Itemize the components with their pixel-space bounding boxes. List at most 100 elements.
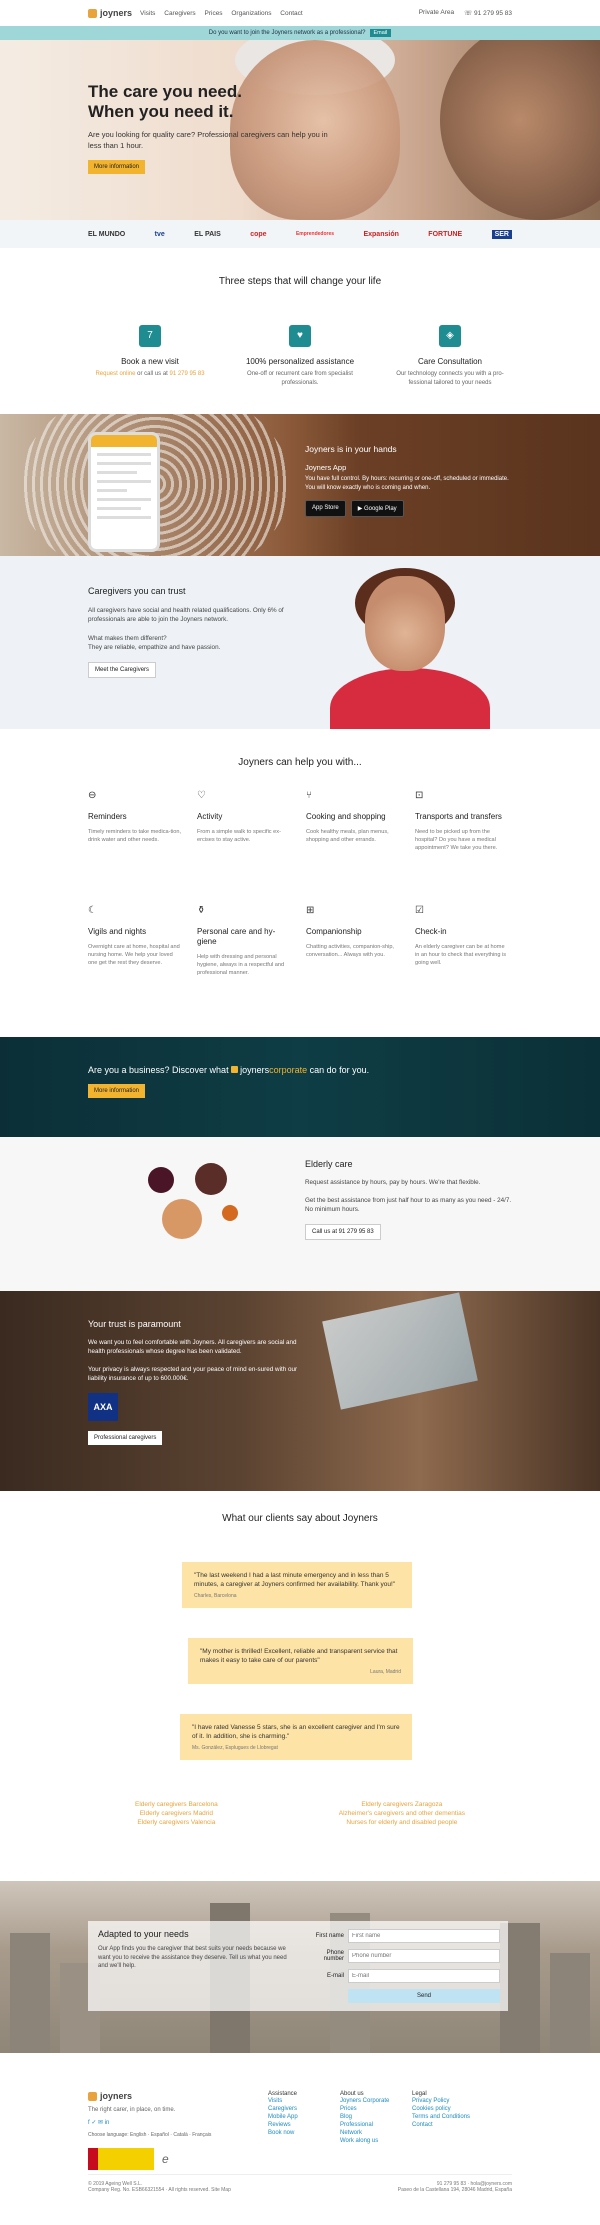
footer-link[interactable]: Privacy Policy: [412, 2097, 484, 2105]
testimonial-card: "I have rated Vanesse 5 stars, she is an…: [180, 1714, 412, 1760]
app-store-button[interactable]: App Store: [305, 500, 346, 517]
contact-form-section: Adapted to your needs Our App finds you …: [0, 1881, 600, 2053]
press-logos: EL MUNDO tve EL PAIS cope Emprendedores …: [0, 220, 600, 248]
service-transport[interactable]: ⊡ Transports and transfers Need to be pick…: [415, 790, 524, 905]
header-phone[interactable]: ☏ 91 279 95 83: [464, 9, 512, 17]
footer-link[interactable]: Blog: [340, 2113, 412, 2121]
service-activity[interactable]: ♡ Activity From a simple walk to specific …: [197, 790, 306, 905]
nav-visits[interactable]: Visits: [140, 10, 155, 17]
help-section: Joyners can help you with... ⊖ Reminders T…: [0, 729, 600, 1037]
steps-title: Three steps that will change your life: [218, 276, 382, 287]
join-banner: Do you want to join the Joyners network …: [0, 26, 600, 40]
send-button[interactable]: Send: [348, 1989, 500, 2003]
footer-link[interactable]: Work along us: [340, 2137, 412, 2145]
footer-link[interactable]: Caregivers: [268, 2105, 340, 2113]
service-companionship[interactable]: ⊞ Companionship Chatting activities, compa…: [306, 905, 415, 1020]
elderly-title: Elderly care: [305, 1159, 353, 1169]
hero: The care you need. When you need it. Are …: [0, 40, 600, 220]
footer-link[interactable]: Visits: [268, 2097, 340, 2105]
phone-icon: ☏: [464, 10, 475, 17]
city-link[interactable]: Elderly caregivers Madrid: [135, 1809, 218, 1818]
hero-more-info-button[interactable]: More information: [88, 160, 146, 174]
footer-link[interactable]: Reviews: [268, 2121, 340, 2129]
press-logo: EL PAIS: [194, 230, 221, 238]
city-link[interactable]: Elderly caregivers Valencia: [135, 1818, 218, 1827]
meet-caregivers-button[interactable]: Meet the Caregivers: [88, 662, 157, 678]
service-personal-care[interactable]: ⚱ Personal care and hy-giene Help with dre…: [197, 905, 306, 1020]
step-book: 7 Book a new visit Request online or cal…: [80, 325, 220, 388]
logo-icon: [88, 8, 97, 18]
nav-prices[interactable]: Prices: [205, 10, 223, 17]
professional-caregivers-button[interactable]: Professional caregivers: [88, 1431, 163, 1445]
footer-link[interactable]: Cookies policy: [412, 2105, 484, 2113]
request-online-link[interactable]: Request online: [95, 371, 135, 377]
footer-link[interactable]: Contact: [412, 2121, 484, 2129]
google-play-button[interactable]: ▶ Google Play: [350, 500, 404, 517]
footer-link[interactable]: Joyners Corporate: [340, 2097, 412, 2105]
footer-link[interactable]: Book now: [268, 2129, 340, 2137]
app-section: Joyners is in your hands Joyners App You…: [0, 414, 600, 556]
press-logo: Expansión: [363, 230, 399, 238]
footer-link[interactable]: Network: [340, 2129, 412, 2137]
step-assistance: ♥ 100% personalized assistance One-off o…: [230, 325, 370, 388]
footer-bottom: © 2019 Ageing Well S.L. Company Reg. No. …: [88, 2174, 512, 2193]
paramount-title: Your trust is paramount: [88, 1319, 181, 1329]
city-link[interactable]: Elderly caregivers Zaragoza: [339, 1800, 465, 1809]
caregiver-photo: [330, 568, 490, 729]
call-us-button[interactable]: Call us at 91 279 95 83: [305, 1224, 381, 1240]
social-icons[interactable]: f ✓ ✉ in: [88, 2119, 268, 2126]
hero-title: The care you need. When you need it.: [88, 82, 242, 121]
app-title: Joyners is in your hands: [305, 444, 397, 454]
nav-organizations[interactable]: Organizations: [231, 10, 271, 17]
city-link[interactable]: Elderly caregivers Barcelona: [135, 1800, 218, 1809]
footer-link[interactable]: Terms and Conditions: [412, 2113, 484, 2121]
brand-logo[interactable]: joyners: [88, 8, 132, 18]
contact-form: First name Phone number E-mail Send: [310, 1929, 500, 2009]
service-cooking[interactable]: ⑂ Cooking and shopping Cook healthy meals,…: [306, 790, 415, 905]
press-logo: SER: [491, 229, 512, 239]
trust-section: Caregivers you can trust All caregivers …: [0, 556, 600, 729]
adapt-title: Adapted to your needs: [98, 1929, 189, 1939]
step-phone-link[interactable]: 91 279 95 83: [170, 371, 205, 377]
service-check-in[interactable]: ☑ Check-in An elderly caregiver can be at …: [415, 905, 524, 1020]
nav-caregivers[interactable]: Caregivers: [164, 10, 195, 17]
moon-icon: ☾: [88, 905, 97, 916]
logo-icon: [88, 2091, 97, 2101]
city-link[interactable]: Nurses for elderly and disabled people: [339, 1818, 465, 1827]
city-link[interactable]: Alzheimer's caregivers and other dementi…: [339, 1809, 465, 1818]
phone-number-input[interactable]: [348, 1949, 500, 1963]
cutlery-icon: ⑂: [306, 790, 312, 801]
press-logo: Emprendedores: [295, 231, 335, 237]
trust-title: Caregivers you can trust: [88, 586, 186, 596]
business-section: Are you a business? Discover what joyner…: [0, 1037, 600, 1137]
nav-contact[interactable]: Contact: [280, 10, 302, 17]
press-logo: cope: [250, 230, 267, 238]
testimonial-card: "The last weekend I had a last minute em…: [182, 1562, 412, 1608]
business-more-info-button[interactable]: More information: [88, 1084, 146, 1098]
language-selector[interactable]: Choose language: English · Español · Cat…: [88, 2132, 268, 2138]
banknotes-photo: [322, 1292, 478, 1410]
footer-link[interactable]: Mobile App: [268, 2113, 340, 2121]
testimonials-title: What our clients say about Joyners: [222, 1513, 378, 1524]
email-button[interactable]: Email: [369, 29, 392, 37]
city-links: Elderly caregivers Barcelona Elderly car…: [0, 1800, 600, 1827]
private-area-link[interactable]: Private Area: [419, 9, 454, 17]
axa-logo: AXA: [88, 1393, 118, 1421]
business-title: Are you a business? Discover what joyner…: [88, 1065, 370, 1075]
testimonial-card: "My mother is thrilled! Excellent, relia…: [188, 1638, 413, 1684]
footer-link[interactable]: Professional: [340, 2121, 412, 2129]
service-vigils[interactable]: ☾ Vigils and nights Overnight care at home…: [88, 905, 197, 1020]
cards-icon: ⊞: [306, 905, 315, 916]
footer-logo[interactable]: joyners: [88, 2091, 260, 2101]
footer-link[interactable]: Prices: [340, 2105, 412, 2113]
email-input[interactable]: [348, 1969, 500, 1983]
consultation-icon: ◈: [439, 325, 461, 347]
checklist-icon: ☑: [415, 905, 424, 916]
contact-form-panel: Adapted to your needs Our App finds you …: [88, 1921, 508, 2011]
pill-icon: ⊖: [88, 790, 97, 801]
top-header: joyners Visits Caregivers Prices Organiz…: [0, 0, 600, 26]
first-name-input[interactable]: [348, 1929, 500, 1943]
help-title: Joyners can help you with...: [238, 757, 362, 768]
press-logo: tve: [154, 230, 165, 238]
service-reminders[interactable]: ⊖ Reminders Timely reminders to take medic…: [88, 790, 197, 905]
